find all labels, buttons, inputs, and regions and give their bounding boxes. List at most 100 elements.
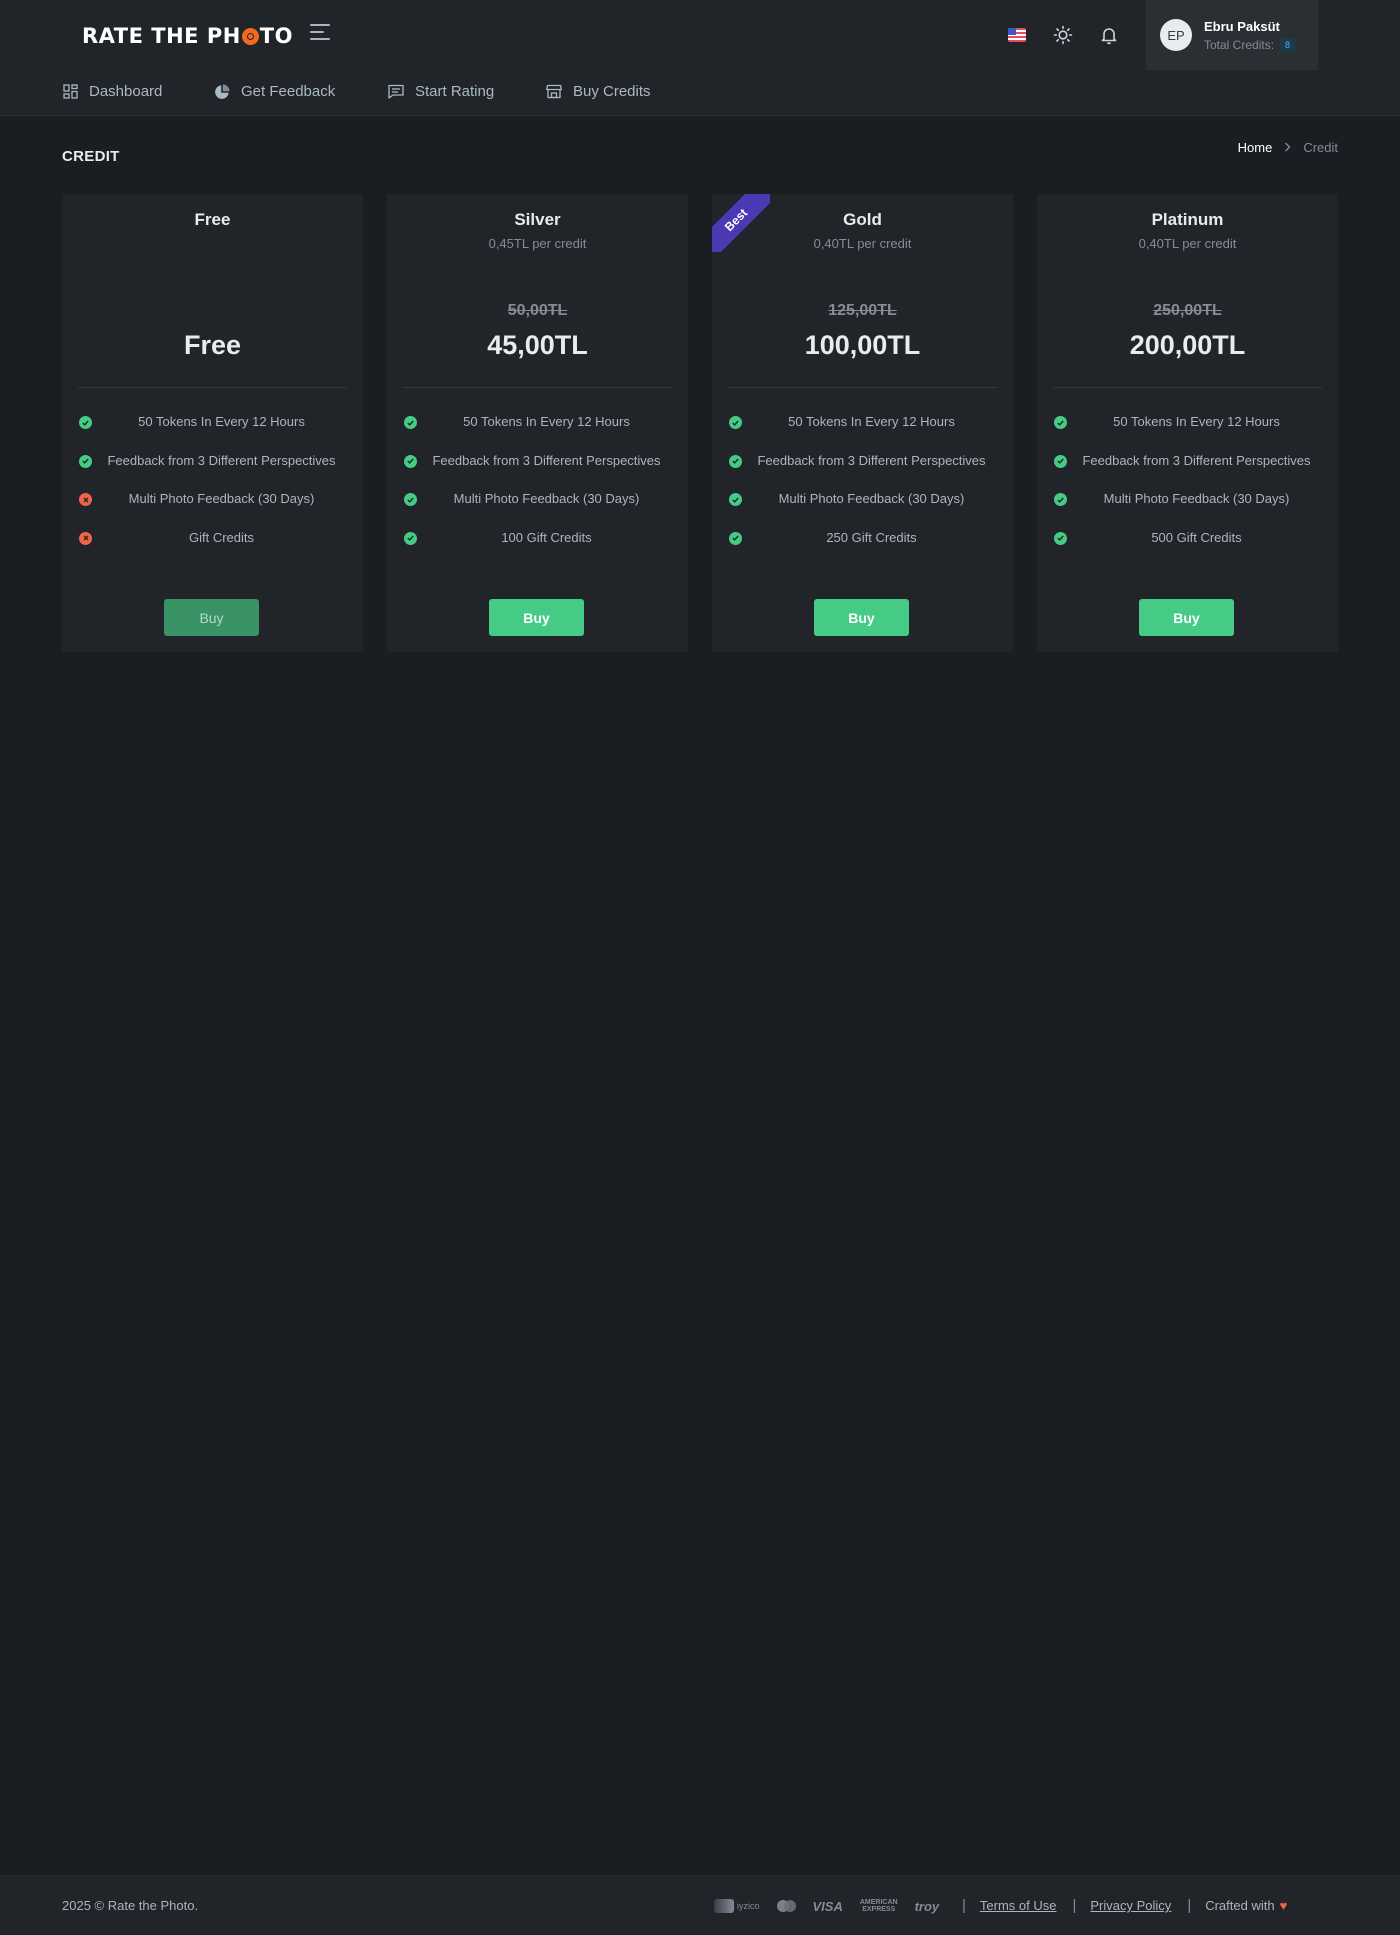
old-price: 50,00TL	[507, 302, 568, 319]
feature-text: Gift Credits	[188, 529, 254, 545]
feature-text: 250 Gift Credits	[826, 529, 917, 545]
list-item: Feedback from 3 Different Perspectives	[387, 453, 688, 492]
check-circle-icon	[729, 416, 742, 429]
feature-list: 50 Tokens In Every 12 Hours Feedback fro…	[387, 414, 688, 568]
feature-text: 100 Gift Credits	[501, 529, 592, 545]
menu-toggle-icon[interactable]	[310, 24, 334, 46]
plan-card-free: Free Free 50 Tokens In Every 12 Hours Fe…	[62, 194, 363, 652]
nav-item-get-feedback[interactable]: Get Feedback	[214, 83, 335, 100]
plan-name: Free	[194, 210, 231, 229]
feature-list: 50 Tokens In Every 12 Hours Feedback fro…	[62, 414, 363, 568]
check-circle-icon	[404, 416, 417, 429]
amex-logo: AMERICAN EXPRESS	[860, 1899, 898, 1913]
crafted-with: Crafted with ♥	[1205, 1898, 1287, 1913]
plan-card-platinum: Platinum 0,40TL per credit 250,00TL 200,…	[1037, 194, 1338, 652]
feature-text: Feedback from 3 Different Perspectives	[107, 452, 336, 468]
breadcrumb: Home Credit	[1238, 140, 1338, 155]
footer: 2025 © Rate the Photo. iyzico VISA AMERI…	[0, 1875, 1400, 1935]
divider	[403, 387, 672, 388]
store-icon	[546, 84, 562, 100]
buy-button-platinum[interactable]: Buy	[1139, 599, 1234, 636]
terms-link[interactable]: Terms of Use	[980, 1898, 1057, 1913]
list-item: 250 Gift Credits	[712, 530, 1013, 569]
list-item: 50 Tokens In Every 12 Hours	[1037, 414, 1338, 453]
user-credits: Total Credits: 8	[1204, 37, 1296, 52]
check-circle-icon	[729, 531, 742, 545]
feature-list: 50 Tokens In Every 12 Hours Feedback fro…	[1037, 414, 1338, 568]
feature-text: Feedback from 3 Different Perspectives	[1082, 452, 1311, 468]
check-circle-icon	[404, 454, 417, 468]
check-circle-icon	[1054, 454, 1067, 468]
crafted-text: Crafted with	[1205, 1898, 1275, 1913]
payment-logos: iyzico VISA AMERICAN EXPRESS troy	[714, 1896, 956, 1916]
iyzico-mark-icon	[714, 1899, 734, 1913]
plan-price: Free	[183, 330, 242, 360]
us-flag-icon[interactable]	[1003, 21, 1031, 49]
close-circle-icon	[79, 531, 92, 545]
buy-button-gold[interactable]: Buy	[814, 599, 909, 636]
logo-text-start: RATE THE PH	[82, 24, 241, 48]
list-item: 500 Gift Credits	[1037, 530, 1338, 569]
heart-icon: ♥	[1279, 1898, 1288, 1913]
plan-card-silver: Silver 0,45TL per credit 50,00TL 45,00TL…	[387, 194, 688, 652]
footer-links: | Terms of Use | Privacy Policy | Crafte…	[958, 1897, 1287, 1914]
list-item: Feedback from 3 Different Perspectives	[1037, 453, 1338, 492]
divider	[1053, 387, 1322, 388]
feature-list: 50 Tokens In Every 12 Hours Feedback fro…	[712, 414, 1013, 568]
feature-text: 50 Tokens In Every 12 Hours	[463, 414, 630, 429]
credits-label: Total Credits:	[1204, 37, 1275, 52]
per-credit-price: 0,40TL per credit	[813, 236, 912, 251]
chevron-right-icon	[1284, 141, 1291, 155]
main-nav: Dashboard Get Feedback Start Rating Buy …	[0, 70, 1400, 116]
feature-text: Multi Photo Feedback (30 Days)	[128, 491, 315, 506]
separator: |	[1187, 1897, 1192, 1914]
message-icon	[388, 84, 404, 100]
visa-logo: VISA	[812, 1898, 843, 1914]
list-item: Multi Photo Feedback (30 Days)	[712, 491, 1013, 530]
nav-item-start-rating[interactable]: Start Rating	[388, 83, 494, 100]
feature-text: Multi Photo Feedback (30 Days)	[1103, 491, 1290, 506]
list-item: Multi Photo Feedback (30 Days)	[1037, 491, 1338, 530]
breadcrumb-home[interactable]: Home	[1238, 140, 1273, 155]
check-circle-icon	[729, 493, 742, 506]
user-name: Ebru Paksüt	[1204, 18, 1280, 34]
nav-item-buy-credits[interactable]: Buy Credits	[546, 83, 651, 100]
credits-badge: 8	[1280, 37, 1296, 52]
check-circle-icon	[79, 416, 92, 429]
feature-text: 50 Tokens In Every 12 Hours	[788, 414, 955, 429]
old-price: 250,00TL	[1153, 302, 1222, 319]
list-item: Multi Photo Feedback (30 Days)	[387, 491, 688, 530]
feature-text: Multi Photo Feedback (30 Days)	[778, 491, 965, 506]
list-item: Gift Credits	[62, 530, 363, 569]
privacy-link[interactable]: Privacy Policy	[1090, 1898, 1171, 1913]
feature-text: Feedback from 3 Different Perspectives	[757, 452, 986, 468]
list-item: 50 Tokens In Every 12 Hours	[62, 414, 363, 453]
plan-price: 45,00TL	[487, 330, 588, 360]
divider	[728, 387, 997, 388]
pie-chart-icon	[214, 84, 230, 100]
sun-icon[interactable]	[1049, 21, 1077, 49]
plan-name: Platinum	[1151, 210, 1224, 229]
logo[interactable]: RATE THE PH TO	[82, 23, 293, 49]
separator: |	[962, 1897, 966, 1914]
nav-item-dashboard[interactable]: Dashboard	[62, 83, 162, 100]
page-title: CREDIT	[62, 148, 120, 165]
list-item: Feedback from 3 Different Perspectives	[62, 453, 363, 492]
check-circle-icon	[729, 454, 742, 468]
list-item: Multi Photo Feedback (30 Days)	[62, 491, 363, 530]
feature-text: Multi Photo Feedback (30 Days)	[453, 491, 640, 506]
breadcrumb-current: Credit	[1303, 140, 1338, 155]
buy-button-silver[interactable]: Buy	[489, 599, 584, 636]
user-meta: Ebru Paksüt Total Credits: 8	[1204, 18, 1296, 52]
feature-text: Feedback from 3 Different Perspectives	[432, 452, 661, 468]
bell-icon[interactable]	[1095, 21, 1123, 49]
buy-button-free[interactable]: Buy	[164, 599, 259, 636]
user-profile-menu[interactable]: EP Ebru Paksüt Total Credits: 8	[1146, 0, 1318, 70]
list-item: Feedback from 3 Different Perspectives	[712, 453, 1013, 492]
copyright: 2025 © Rate the Photo.	[62, 1898, 199, 1913]
nav-label-buy-credits: Buy Credits	[573, 83, 651, 100]
separator: |	[1072, 1897, 1077, 1914]
close-circle-icon	[79, 493, 92, 506]
camera-lens-icon	[241, 27, 259, 45]
iyzico-text: iyzico	[737, 1901, 760, 1911]
